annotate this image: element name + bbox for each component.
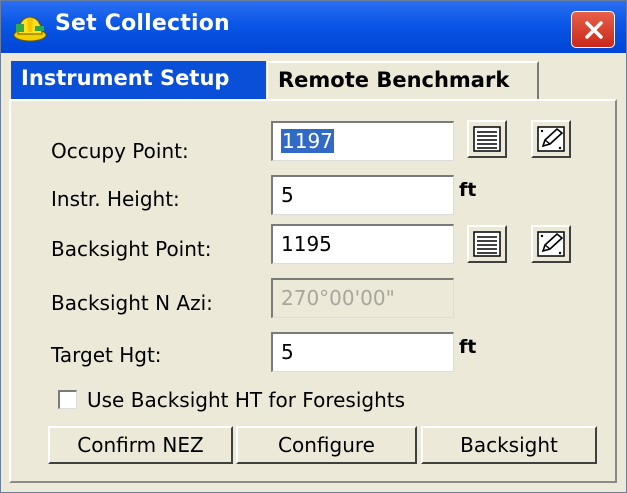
occupy-point-value: 1197: [281, 129, 334, 153]
confirm-nez-button[interactable]: Confirm NEZ: [48, 426, 233, 464]
target-hgt-input[interactable]: 5: [271, 332, 454, 372]
use-backsight-ht-label: Use Backsight HT for Foresights: [87, 388, 406, 412]
use-backsight-ht-checkbox[interactable]: [58, 390, 77, 409]
backsight-point-list-button[interactable]: [467, 225, 507, 263]
edit-point-icon: [537, 231, 565, 257]
backsight-point-edit-button[interactable]: [531, 225, 571, 263]
close-button[interactable]: [571, 11, 615, 48]
backsight-button[interactable]: Backsight: [421, 426, 597, 464]
configure-button[interactable]: Configure: [236, 426, 417, 464]
target-hgt-label: Target Hgt:: [51, 343, 162, 367]
target-hgt-unit: ft: [459, 336, 477, 358]
list-icon: [473, 126, 501, 152]
instr-height-label: Instr. Height:: [51, 187, 180, 211]
occupy-point-edit-button[interactable]: [531, 120, 571, 158]
close-icon: [585, 21, 603, 39]
title-bar: Set Collection: [1, 1, 626, 53]
instr-height-input[interactable]: 5: [271, 175, 454, 215]
backsight-point-label: Backsight Point:: [51, 237, 212, 261]
instr-height-unit: ft: [459, 179, 477, 201]
tab-instrument-setup[interactable]: Instrument Setup: [11, 61, 266, 99]
hard-hat-icon: [13, 16, 47, 42]
backsight-azi-label: Backsight N Azi:: [51, 291, 213, 315]
list-icon: [473, 231, 501, 257]
set-collection-window: Set Collection Instrument Setup Remote B…: [0, 0, 627, 493]
backsight-point-input[interactable]: 1195: [271, 224, 454, 264]
window-title: Set Collection: [55, 11, 230, 36]
occupy-point-list-button[interactable]: [467, 120, 507, 158]
backsight-azi-input: 270°00'00": [271, 278, 454, 318]
occupy-point-input[interactable]: 1197: [271, 121, 454, 161]
occupy-point-label: Occupy Point:: [51, 139, 189, 163]
tab-remote-benchmark[interactable]: Remote Benchmark: [267, 61, 539, 99]
edit-point-icon: [537, 126, 565, 152]
